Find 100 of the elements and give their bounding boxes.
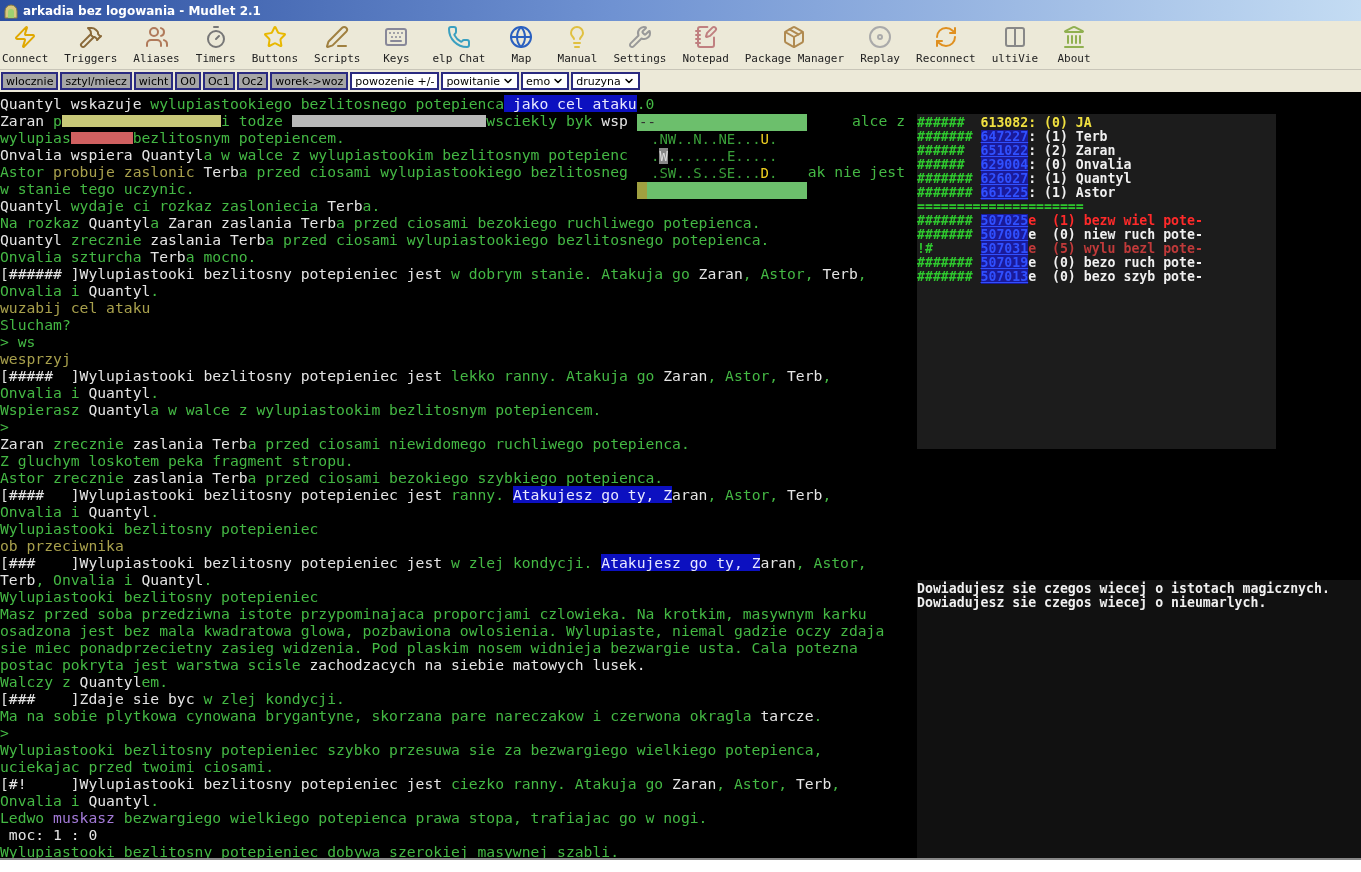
console-line: Wspierasz Quantyla w walce z wylupiastookim bezlitosnym potepiencem. <box>0 401 602 418</box>
console-line: Wylupiastooki bezlitosny potepieniec <box>0 588 319 605</box>
enemy-suffix: e <box>1028 256 1037 270</box>
console-line: [### ]Wylupiastooki bezlitosny potepieniec jest w zlej kondycji. Atakujesz go ty, Zaran, Astor, <box>0 554 867 571</box>
toolbar-button[interactable]: ultiVie <box>989 25 1041 65</box>
health-marks: ####### <box>917 214 974 228</box>
console-line: Astor zrecznie zaslania Terba przed ciosami bezokiego szybkiego potepienca. <box>0 469 664 486</box>
toolbar-button[interactable]: Map <box>499 25 544 65</box>
columns-icon <box>1002 25 1027 49</box>
console-line: Onvalia i Quantyl. <box>0 384 160 401</box>
toolbar-button[interactable]: About <box>1052 25 1097 65</box>
user-button[interactable]: worek->woz <box>270 72 349 90</box>
console-line: Masz przed soba przedziwna istote przypominajaca proporcjami czlowieka. Na krotkim, masywnym karku <box>0 605 867 622</box>
console-line: Terb, Onvalia i Quantyl. <box>0 571 213 588</box>
box-icon <box>782 25 807 49</box>
health-marks: ####### <box>917 186 974 200</box>
user-button[interactable]: Oc2 <box>236 72 269 90</box>
console-line: > <box>0 418 9 435</box>
toolbar-button[interactable]: Manual <box>555 25 600 65</box>
console-line: Wylupiastooki bezlitosny potepieniec szybko przesuwa sie za bezwargiego wielkiego potepienca, <box>0 741 823 758</box>
map-row-text: .NW..N..NE...U. <box>650 131 779 148</box>
console-line: Zaran p i todze wsciekly byk wsp <box>0 112 628 129</box>
health-marks: ###### <box>917 116 966 130</box>
toolbar-button[interactable]: Scripts <box>312 25 363 65</box>
input-field[interactable]: powozenie +/- <box>350 72 440 90</box>
console-line: > ws <box>0 333 36 350</box>
member-entry: : (2) Zaran <box>1028 144 1116 158</box>
separator-text: ===================== <box>917 200 1085 214</box>
console-line: [#### ]Wylupiastooki bezlitosny potepieniec jest ranny. Atakujesz go ty, Zaran, Astor, Terb, <box>0 486 832 503</box>
user-button[interactable]: wicht <box>133 72 174 90</box>
globe-icon <box>509 25 534 49</box>
member-entry: : (1) Terb <box>1028 130 1108 144</box>
console-line: alce z <box>851 112 905 129</box>
console-line: ob przeciwnika <box>0 537 124 554</box>
console-line: Onvalia i Quantyl. <box>0 792 160 809</box>
console-line: [###### ]Wylupiastooki bezlitosny potepieniec jest w dobrym stanie. Atakuja go Zaran, Astor, Terb, <box>0 265 867 282</box>
console-line: postac pokryta jest warstwa scisle zachodzacych na siebie matowych lusek. <box>0 656 646 673</box>
wrench-icon <box>627 25 652 49</box>
console-line: Onvalia wspiera Quantyla w walce z wylupiastookim bezlitosnym potepienc <box>0 146 628 163</box>
console-line: Ledwo muskasz bezwargiego wielkiego potepienca prawa stopa, trafiajac go w nogi. <box>0 809 708 826</box>
user-button[interactable]: O0 <box>175 72 201 90</box>
console-line: Quantyl wydaje ci rozkaz zasloniecia Terba. <box>0 197 381 214</box>
toolbar-button[interactable]: Package Manager <box>742 25 847 65</box>
user-button[interactable]: Oc1 <box>202 72 235 90</box>
console-line: Quantyl wskazuje wylupiastookiego bezlitosnego potepienca jako cel ataku.0 <box>0 95 655 112</box>
disc-icon <box>868 25 893 49</box>
phone-icon <box>446 25 471 49</box>
console-line: w stanie tego uczynic. <box>0 180 195 197</box>
user-button[interactable]: wlocznie <box>1 72 59 90</box>
star-icon <box>262 25 287 49</box>
console-line: Onvalia i Quantyl. <box>0 282 160 299</box>
user-button[interactable]: sztyl/miecz <box>60 72 132 90</box>
map-row-text: .W.......E..... <box>650 148 779 165</box>
health-marks: ####### <box>917 270 974 284</box>
console-line: sie miec ponadprzecietny zasieg widzenia. Pod plaskim nosem widnieja bezwargie usta. Cala potezna <box>0 639 858 656</box>
toolbar-button[interactable]: Settings <box>611 25 669 65</box>
console-line: Slucham? <box>0 316 71 333</box>
toolbar-button[interactable]: Buttons <box>249 25 301 65</box>
dropdown[interactable]: druzyna <box>571 72 640 90</box>
console-line: > <box>0 724 9 741</box>
toolbar-button[interactable]: Replay <box>858 25 903 65</box>
console-line: Wylupiastooki bezlitosny potepieniec dobywa szerokiej masywnej szabli. <box>0 843 619 860</box>
console-line: [### ]Zdaje sie byc w zlej kondycji. <box>0 690 345 707</box>
enemy-suffix: e <box>1028 228 1037 242</box>
console-line: Zaran zrecznie zaslania Terba przed ciosami niewidomego ruchliwego potepienca. <box>0 435 690 452</box>
console-line: moc: 1 : 0 <box>7 826 98 843</box>
health-marks: ###### <box>917 158 966 172</box>
member-entry: : (1) Quantyl <box>1028 172 1132 186</box>
enemy-entry: (1) bezw wiel pote- <box>1052 214 1203 228</box>
console-line: osadzona jest bez mala kwadratowa glowa, pozbawiona owlosienia. Wylupiaste, niemal gadzie oczy zdaja <box>0 622 885 639</box>
toolbar-button[interactable]: elp Chat <box>430 25 488 65</box>
enemy-suffix: e <box>1028 270 1037 284</box>
people-icon <box>144 25 169 49</box>
health-marks: ####### <box>917 228 974 242</box>
console-line: ak nie jest <box>807 163 905 180</box>
toolbar-button[interactable]: Triggers <box>62 25 120 65</box>
toolbar-button[interactable]: Reconnect <box>914 25 978 65</box>
app-icon <box>3 2 19 19</box>
toolbar-button[interactable]: Connect <box>0 25 51 65</box>
command-input[interactable] <box>0 858 1361 872</box>
toolbar-button[interactable]: Aliases <box>131 25 182 65</box>
enemy-entry: (0) bezo szyb pote- <box>1052 270 1203 284</box>
refresh-icon <box>933 25 958 49</box>
health-marks: ####### <box>917 130 974 144</box>
map-bar: -- <box>637 114 807 131</box>
toolbar-button[interactable]: Notepad <box>680 25 731 65</box>
enemy-suffix: e <box>1028 242 1037 256</box>
console-line: wuzabij cel ataku <box>0 299 151 316</box>
member-entry: : (0) Onvalia <box>1028 158 1132 172</box>
notepad-icon <box>693 25 718 49</box>
enemy-suffix: e <box>1028 214 1037 228</box>
toolbar-button[interactable]: Timers <box>193 25 238 65</box>
console-line: wylupias bezlitosnym potepiencem. <box>0 129 345 146</box>
dropdown[interactable]: emo <box>521 72 570 90</box>
bolt-icon <box>13 25 38 49</box>
enemy-entry: (5) wylu bezl pote- <box>1052 242 1203 256</box>
member-entry: : (1) Astor <box>1028 186 1116 200</box>
dropdown[interactable]: powitanie <box>441 72 519 90</box>
toolbar-button[interactable]: Keys <box>374 25 419 65</box>
console-line: wesprzyj <box>0 350 71 367</box>
